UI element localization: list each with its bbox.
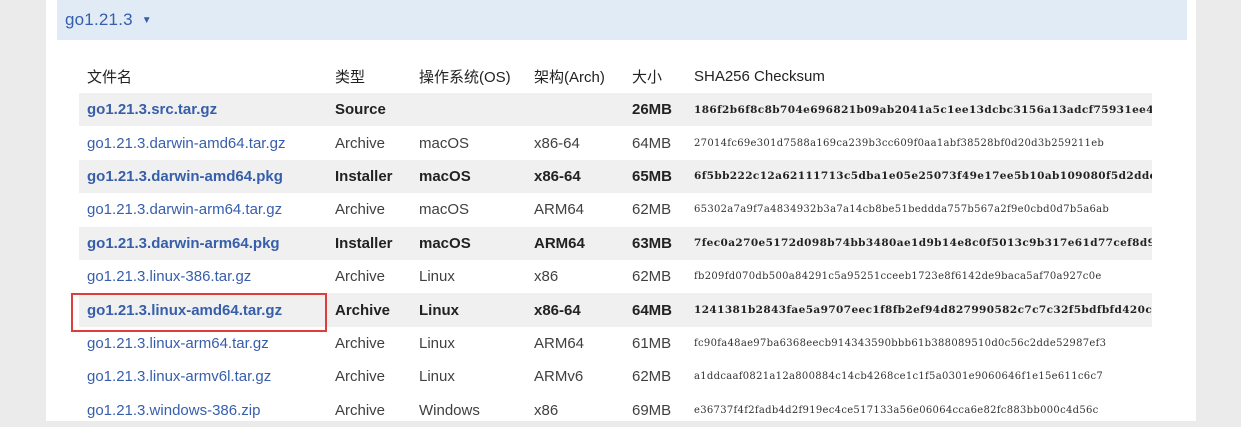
kind-cell: Installer xyxy=(327,226,411,260)
table-row: go1.21.3.darwin-arm64.pkg Installer macOS A… xyxy=(79,226,1152,260)
os-cell xyxy=(411,93,526,127)
download-link[interactable]: go1.21.3.src.tar.gz xyxy=(87,101,217,118)
table-header-row: 文件名 类型 操作系统(OS) 架构(Arch) 大小 SHA256 Check… xyxy=(79,59,1152,93)
filename-cell: go1.21.3.darwin-amd64.pkg xyxy=(79,159,327,194)
table-row: go1.21.3.linux-386.tar.gz Archive Linux x86… xyxy=(79,260,1152,293)
checksum-cell: fb209fd070db500a84291c5a95251cceeb1723e8… xyxy=(694,271,1102,283)
os-cell: Linux xyxy=(411,293,526,327)
table-row: go1.21.3.linux-amd64.tar.gz Archive Linux x… xyxy=(79,293,1152,327)
column-header-arch: 架构(Arch) xyxy=(534,68,605,86)
download-link[interactable]: go1.21.3.darwin-arm64.pkg xyxy=(87,235,280,252)
download-link[interactable]: go1.21.3.linux-armv6l.tar.gz xyxy=(87,368,271,385)
arch-cell: x86 xyxy=(534,268,559,286)
filename-cell: go1.21.3.linux-amd64.tar.gz xyxy=(79,293,327,327)
checksum-cell: e36737f4f2fadb4d2f919ec4ce517133a56e0606… xyxy=(694,404,1099,416)
download-link[interactable]: go1.21.3.darwin-amd64.pkg xyxy=(87,168,283,185)
os-cell: Linux xyxy=(419,334,455,352)
version-toggle[interactable]: go1.21.3 ▼ xyxy=(57,0,1187,40)
size-cell: 62MB xyxy=(632,368,672,386)
os-cell: Windows xyxy=(419,401,480,419)
size-cell: 61MB xyxy=(632,334,672,352)
filename-cell: go1.21.3.linux-arm64.tar.gz xyxy=(79,327,327,360)
os-cell: macOS xyxy=(411,159,526,194)
size-cell: 69MB xyxy=(632,401,672,419)
downloads-table: 文件名 类型 操作系统(OS) 架构(Arch) 大小 SHA256 Check… xyxy=(79,59,1152,427)
arch-cell xyxy=(526,93,624,127)
table-row: go1.21.3.darwin-amd64.tar.gz Archive macOS… xyxy=(79,126,1152,159)
filename-cell: go1.21.3.windows-386.zip xyxy=(79,394,327,427)
arch-cell: x86 xyxy=(534,401,559,419)
kind-cell: Archive xyxy=(327,293,411,327)
column-header-checksum: SHA256 Checksum xyxy=(694,67,825,85)
filename-cell: go1.21.3.linux-386.tar.gz xyxy=(79,260,327,293)
checksum-cell: 65302a7a9f7a4834932b3a7a14cb8be51beddda7… xyxy=(694,204,1110,216)
os-cell: Linux xyxy=(419,368,455,386)
checksum-cell: 186f2b6f8c8b704e696821b09ab2041a5c1ee13d… xyxy=(686,93,1152,127)
table-row: go1.21.3.darwin-arm64.tar.gz Archive macOS… xyxy=(79,193,1152,226)
arch-cell: x86-64 xyxy=(534,134,580,152)
download-link[interactable]: go1.21.3.darwin-amd64.tar.gz xyxy=(87,135,285,152)
os-cell: macOS xyxy=(411,226,526,260)
checksum-cell: 1241381b2843fae5a9707eec1f8fb2ef94d82799… xyxy=(686,293,1152,327)
size-cell: 64MB xyxy=(632,134,672,152)
version-title: go1.21.3 xyxy=(65,10,133,29)
size-cell: 26MB xyxy=(624,93,686,127)
checksum-cell: fc90fa48ae97ba6368eecb914343590bbb61b388… xyxy=(694,337,1107,349)
table-row: go1.21.3.linux-armv6l.tar.gz Archive Linux… xyxy=(79,360,1152,393)
download-link[interactable]: go1.21.3.linux-amd64.tar.gz xyxy=(87,302,282,319)
checksum-cell: 27014fc69e301d7588a169ca239b3cc609f0aa1a… xyxy=(694,137,1105,149)
kind-cell: Archive xyxy=(335,134,386,152)
kind-cell: Archive xyxy=(335,201,386,219)
download-link[interactable]: go1.21.3.windows-386.zip xyxy=(87,402,260,419)
checksum-cell: 6f5bb222c12a62111713c5dba1e05e25073f49e1… xyxy=(686,159,1152,194)
download-link[interactable]: go1.21.3.darwin-arm64.tar.gz xyxy=(87,201,282,218)
kind-cell: Archive xyxy=(335,368,386,386)
os-cell: macOS xyxy=(419,201,470,219)
size-cell: 64MB xyxy=(624,293,686,327)
column-header-os: 操作系统(OS) xyxy=(419,68,511,86)
kind-cell: Archive xyxy=(335,268,386,286)
size-cell: 65MB xyxy=(624,159,686,194)
download-link[interactable]: go1.21.3.linux-386.tar.gz xyxy=(87,268,251,285)
filename-cell: go1.21.3.darwin-arm64.tar.gz xyxy=(79,193,327,226)
kind-cell: Archive xyxy=(335,334,386,352)
kind-cell: Source xyxy=(327,93,411,127)
arch-cell: x86-64 xyxy=(526,293,624,327)
column-header-size: 大小 xyxy=(632,68,663,86)
table-row: go1.21.3.windows-386.zip Archive Windows x8… xyxy=(79,394,1152,427)
filename-cell: go1.21.3.darwin-amd64.tar.gz xyxy=(79,126,327,159)
kind-cell: Installer xyxy=(327,159,411,194)
size-cell: 62MB xyxy=(632,268,672,286)
table-row: go1.21.3.darwin-amd64.pkg Installer macOS x… xyxy=(79,159,1152,194)
kind-cell: Archive xyxy=(335,401,386,419)
download-link[interactable]: go1.21.3.linux-arm64.tar.gz xyxy=(87,335,269,352)
size-cell: 62MB xyxy=(632,201,672,219)
arch-cell: x86-64 xyxy=(526,159,624,194)
caret-down-icon: ▼ xyxy=(141,15,152,26)
table-row: go1.21.3.linux-arm64.tar.gz Archive Linux A… xyxy=(79,327,1152,360)
column-header-kind: 类型 xyxy=(335,68,366,86)
arch-cell: ARM64 xyxy=(534,201,585,219)
os-cell: macOS xyxy=(419,134,470,152)
arch-cell: ARMv6 xyxy=(534,368,584,386)
table-row: go1.21.3.src.tar.gz Source 26MB 186f2b6f8c8… xyxy=(79,93,1152,127)
filename-cell: go1.21.3.darwin-arm64.pkg xyxy=(79,226,327,260)
filename-cell: go1.21.3.src.tar.gz xyxy=(79,93,327,127)
size-cell: 63MB xyxy=(624,226,686,260)
column-header-filename: 文件名 xyxy=(87,68,133,86)
checksum-cell: a1ddcaaf0821a12a800884c14cb4268ce1c1f5a0… xyxy=(694,371,1104,383)
filename-cell: go1.21.3.linux-armv6l.tar.gz xyxy=(79,360,327,393)
checksum-cell: 7fec0a270e5172d098b74bb3480ae1d9b14e8c0f… xyxy=(686,226,1152,260)
arch-cell: ARM64 xyxy=(534,334,585,352)
os-cell: Linux xyxy=(419,268,455,286)
arch-cell: ARM64 xyxy=(526,226,624,260)
